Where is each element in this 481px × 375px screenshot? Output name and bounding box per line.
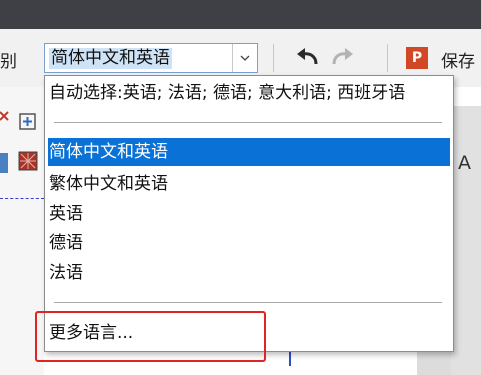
right-panel bbox=[451, 106, 481, 375]
redo-icon[interactable] bbox=[330, 46, 356, 72]
powerpoint-icon[interactable]: P bbox=[406, 47, 428, 69]
dashed-guide bbox=[0, 198, 44, 199]
dropdown-item-german[interactable]: 德语 bbox=[48, 229, 450, 257]
pattern-icon[interactable] bbox=[18, 151, 38, 175]
add-page-icon[interactable] bbox=[18, 112, 38, 136]
undo-icon[interactable] bbox=[294, 46, 320, 72]
dropdown-item-traditional-chinese-english[interactable]: 繁体中文和英语 bbox=[48, 170, 450, 198]
toolbar-separator bbox=[387, 44, 388, 72]
text-cursor bbox=[289, 352, 291, 366]
text-style-icon[interactable]: A bbox=[458, 152, 471, 174]
recognition-label: 别 bbox=[0, 52, 17, 72]
dropdown-item-english[interactable]: 英语 bbox=[48, 200, 450, 228]
page-color-icon[interactable] bbox=[0, 153, 8, 173]
dropdown-separator bbox=[54, 122, 442, 123]
dropdown-item-french[interactable]: 法语 bbox=[48, 259, 450, 287]
title-bar bbox=[0, 0, 481, 29]
dropdown-separator bbox=[54, 302, 442, 303]
dropdown-item-auto[interactable]: 自动选择:英语; 法语; 德语; 意大利语; 西班牙语 bbox=[48, 79, 450, 107]
bottom-panel bbox=[417, 350, 451, 375]
delete-page-icon[interactable] bbox=[0, 108, 10, 128]
chevron-down-icon[interactable] bbox=[232, 44, 257, 72]
save-button[interactable]: 保存 bbox=[441, 47, 475, 72]
annotation-highlight-box bbox=[35, 311, 266, 362]
toolbar-separator bbox=[273, 44, 274, 72]
language-combobox-value[interactable]: 简体中文和英语 bbox=[49, 48, 172, 69]
dropdown-item-simplified-chinese-english[interactable]: 简体中文和英语 bbox=[48, 138, 450, 166]
language-combobox[interactable]: 简体中文和英语 bbox=[44, 43, 258, 73]
